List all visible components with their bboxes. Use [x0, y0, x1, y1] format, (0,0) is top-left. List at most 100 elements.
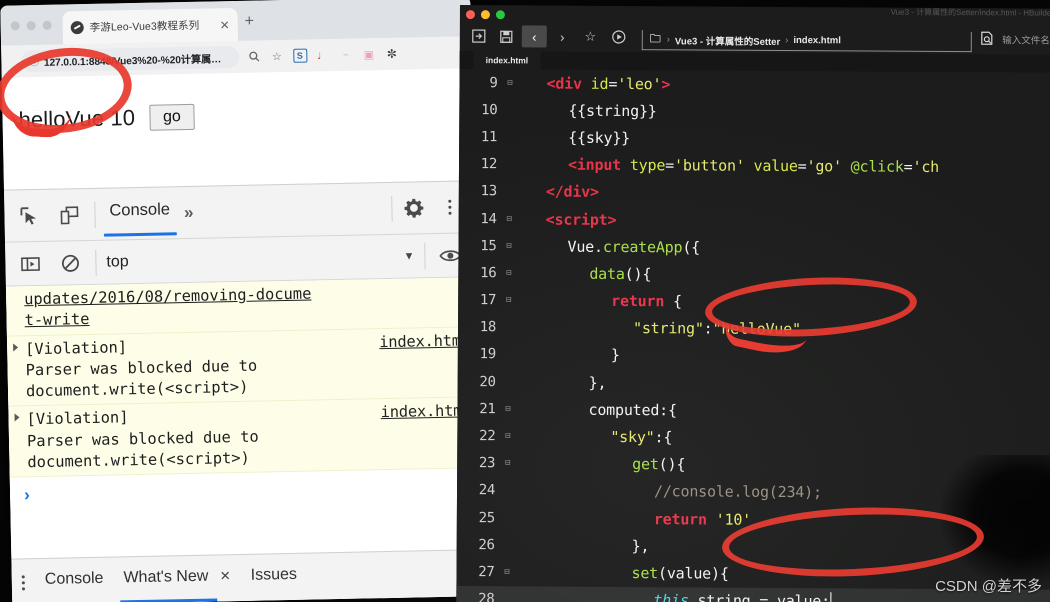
code-fold-icon[interactable]: ⊟: [501, 567, 514, 577]
gear-icon[interactable]: [398, 193, 429, 224]
new-tab-button[interactable]: +: [244, 13, 254, 30]
code-line[interactable]: 26},: [457, 531, 1050, 562]
violation-label: [Violation]: [26, 408, 129, 429]
code-line[interactable]: 17 ⊟ return {: [458, 286, 1050, 317]
dim-extension-icon[interactable]: ⌁: [337, 46, 354, 63]
device-toolbar-icon[interactable]: [54, 200, 85, 231]
code-line-text: <script>: [516, 210, 1050, 231]
code-line[interactable]: 20},: [458, 368, 1050, 399]
zoom-icon[interactable]: [245, 48, 262, 65]
code-token: this: [653, 591, 689, 602]
sogou-extension-icon[interactable]: S: [291, 47, 308, 64]
code-token: 'go': [806, 157, 842, 176]
code-fold-icon[interactable]: ⊟: [501, 458, 514, 469]
save-floppy-icon[interactable]: [494, 25, 519, 47]
extensions-puzzle-icon[interactable]: ✼: [383, 45, 400, 62]
console-message-list[interactable]: updates/2016/08/removing-docume t-write …: [5, 277, 482, 559]
console-sidebar-icon[interactable]: [15, 248, 46, 279]
drawer-tab-issues[interactable]: Issues: [251, 566, 298, 589]
close-drawer-tab-icon[interactable]: ✕: [220, 568, 231, 583]
clear-console-icon[interactable]: [55, 248, 86, 279]
find-file-icon[interactable]: [980, 31, 994, 48]
close-tab-icon[interactable]: ✕: [220, 18, 230, 32]
run-preview-icon[interactable]: [606, 26, 631, 48]
find-file-placeholder[interactable]: 输入文件名: [1002, 32, 1050, 46]
console-link-line1[interactable]: updates/2016/08/removing-docume: [24, 285, 312, 309]
filter-divider-2: [424, 242, 426, 269]
code-token: >: [589, 183, 599, 202]
import-project-icon[interactable]: [466, 25, 491, 47]
code-line[interactable]: 21 ⊟ computed:{: [457, 395, 1050, 426]
browser-tab[interactable]: 李游Leo-Vue3教程系列 ✕: [62, 7, 239, 45]
breadcrumb-project[interactable]: Vue3 - 计算属性的Setter: [675, 33, 780, 48]
code-line[interactable]: 14 ⊟ <script>: [459, 205, 1050, 236]
navigate-back-icon[interactable]: ‹: [521, 25, 547, 48]
expand-triangle-icon[interactable]: [13, 342, 19, 352]
console-violation-message[interactable]: [Violation] index.html:57 Parser was blo…: [6, 326, 481, 407]
drawer-tab-console[interactable]: Console: [45, 570, 104, 593]
code-token: 'ch: [912, 157, 940, 177]
site-info-icon[interactable]: ⓘ: [29, 54, 39, 68]
drawer-kebab-icon[interactable]: [21, 574, 26, 590]
music-extension-icon[interactable]: ♩: [314, 47, 331, 64]
chevron-down-icon[interactable]: ▼: [403, 250, 414, 262]
code-line[interactable]: 23 ⊟ get(){: [457, 450, 1050, 481]
editor-zoom-dot[interactable]: [495, 10, 505, 20]
pink-extension-icon[interactable]: ▣: [360, 46, 377, 63]
inspect-element-icon[interactable]: [14, 200, 45, 231]
code-line[interactable]: 24 //console.log(234);: [457, 477, 1050, 508]
code-token: value: [753, 156, 798, 176]
code-line-text: //console.log(234);: [514, 482, 1050, 503]
go-button[interactable]: go: [148, 103, 196, 131]
tab-console[interactable]: Console: [105, 200, 174, 226]
editor-minimize-dot[interactable]: [480, 10, 490, 20]
minimize-window-dot[interactable]: [26, 21, 36, 31]
line-number: 24: [478, 482, 496, 499]
expand-triangle-icon[interactable]: [14, 413, 20, 422]
favorite-star-icon[interactable]: ☆: [578, 26, 603, 48]
violation-body-line1: Parser was blocked due to: [26, 427, 259, 450]
code-fold-icon[interactable]: ⊟: [503, 214, 516, 224]
zoom-window-dot[interactable]: [42, 20, 52, 30]
address-bar[interactable]: ⓘ 127.0.0.1:8848/Vue3%20-%20计算属…: [21, 45, 240, 73]
code-fold-icon[interactable]: ⊟: [501, 431, 514, 441]
editor-tab-index-html[interactable]: index.html: [473, 51, 541, 70]
code-fold-icon[interactable]: ⊟: [502, 295, 515, 305]
code-fold-icon[interactable]: ⊟: [502, 241, 515, 251]
code-line-text: get(){: [514, 455, 1050, 476]
code-fold-icon[interactable]: ⊟: [503, 78, 516, 88]
folder-icon[interactable]: 🗀: [649, 30, 662, 49]
code-fold-icon[interactable]: ⊟: [502, 268, 515, 278]
code-token: createApp: [602, 237, 683, 257]
navigate-forward-icon[interactable]: ›: [550, 26, 575, 48]
line-number: 14: [480, 210, 497, 227]
code-line[interactable]: 16 ⊟ data(){: [458, 259, 1050, 290]
code-token: computed:{: [588, 400, 677, 420]
editor-close-dot[interactable]: [465, 10, 475, 20]
code-fold-icon[interactable]: ⊟: [502, 404, 515, 414]
bookmark-star-icon[interactable]: ☆: [268, 48, 285, 65]
breadcrumb-file[interactable]: index.html: [793, 35, 841, 46]
console-link-line2[interactable]: t-write: [24, 310, 89, 329]
code-line[interactable]: 12 <input type='button' value='go' @click…: [459, 151, 1050, 182]
code-token: :: [703, 319, 713, 338]
window-traffic-lights[interactable]: [10, 20, 52, 31]
code-line[interactable]: 15 ⊟ Vue.createApp({: [458, 232, 1050, 263]
code-line[interactable]: 10 {{string}}: [459, 96, 1050, 127]
code-line[interactable]: 9 ⊟ <div id='leo'>: [459, 69, 1050, 100]
code-token: }: [610, 346, 620, 365]
close-window-dot[interactable]: [10, 21, 20, 31]
photographed-screen: 李游Leo-Vue3教程系列 ✕ + ⓘ 127.0.0.1:8848/Vue3…: [0, 0, 1050, 602]
more-panels-icon[interactable]: »: [184, 202, 192, 222]
console-violation-message[interactable]: [Violation] index.html:57 Parser was blo…: [8, 397, 481, 478]
code-line[interactable]: 11 {{sky}}: [459, 123, 1050, 154]
code-token: div: [563, 182, 591, 202]
code-line[interactable]: 22 ⊟ "sky":{: [457, 422, 1050, 453]
code-line[interactable]: 25 return '10': [457, 504, 1050, 535]
code-token: //console.log(234);: [653, 482, 822, 502]
drawer-tab-whats-new[interactable]: What's New ✕: [123, 567, 231, 591]
violation-body-line1: Parser was blocked due to: [25, 356, 258, 380]
execution-context-selector[interactable]: top: [106, 253, 129, 271]
code-line[interactable]: 13 </div>: [459, 178, 1050, 209]
editor-traffic-lights[interactable]: [465, 10, 505, 20]
